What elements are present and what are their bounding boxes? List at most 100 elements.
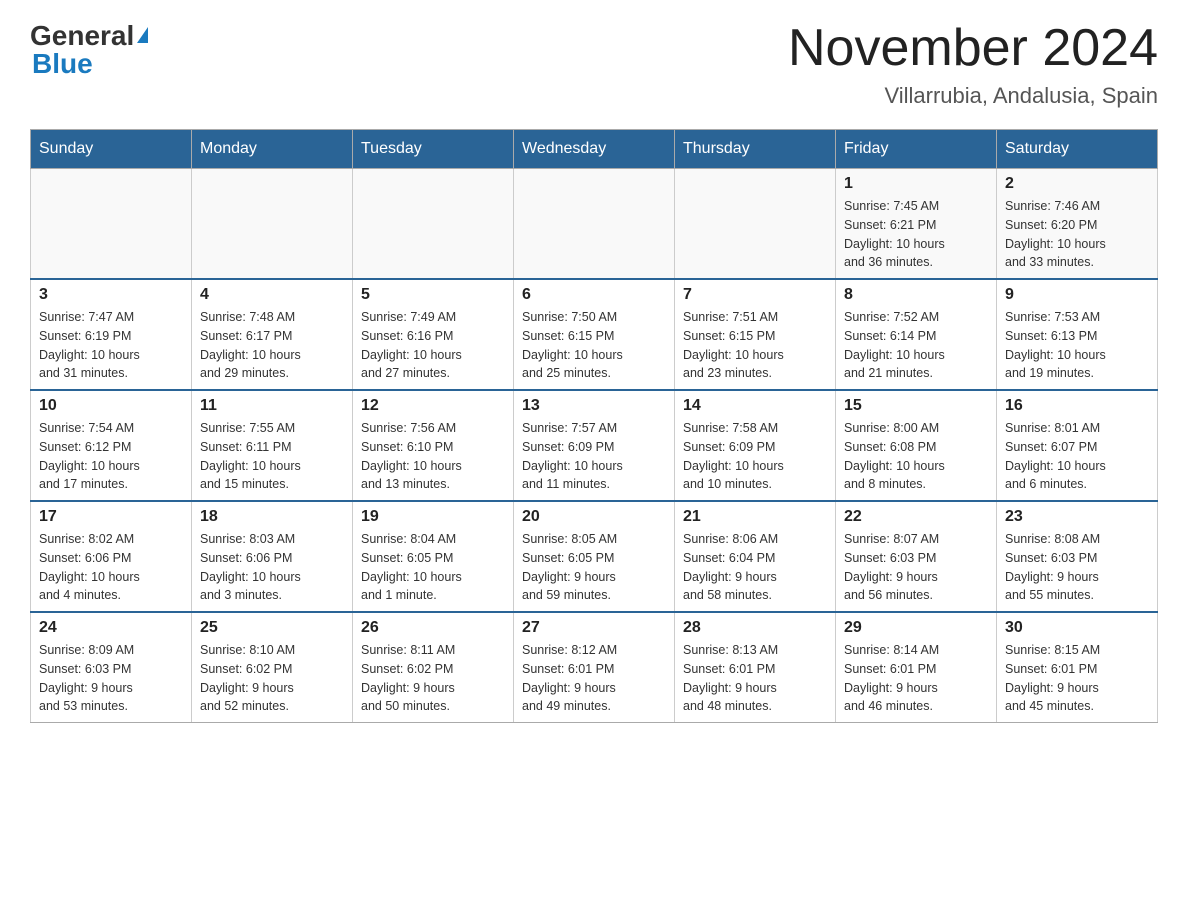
day-number: 6 [522, 286, 666, 304]
day-number: 5 [361, 286, 505, 304]
calendar-cell: 9 Sunrise: 7:53 AM Sunset: 6:13 PM Daylig… [997, 279, 1158, 390]
day-info: Sunrise: 7:53 AM Sunset: 6:13 PM Dayligh… [1005, 308, 1149, 383]
calendar-cell: 2 Sunrise: 7:46 AM Sunset: 6:20 PM Daylig… [997, 169, 1158, 280]
calendar-week-row: 10 Sunrise: 7:54 AM Sunset: 6:12 PM Dayli… [31, 390, 1158, 501]
page-title: November 2024 [788, 20, 1158, 77]
day-info: Sunrise: 8:03 AM Sunset: 6:06 PM Dayligh… [200, 530, 344, 605]
calendar-cell: 27 Sunrise: 8:12 AM Sunset: 6:01 PM Dayli… [514, 612, 675, 723]
logo-blue-text: Blue [32, 48, 93, 80]
day-number: 18 [200, 508, 344, 526]
calendar-cell: 16 Sunrise: 8:01 AM Sunset: 6:07 PM Dayli… [997, 390, 1158, 501]
day-info: Sunrise: 8:06 AM Sunset: 6:04 PM Dayligh… [683, 530, 827, 605]
calendar-header-row: SundayMondayTuesdayWednesdayThursdayFrid… [31, 130, 1158, 169]
day-info: Sunrise: 8:14 AM Sunset: 6:01 PM Dayligh… [844, 641, 988, 716]
calendar-cell: 21 Sunrise: 8:06 AM Sunset: 6:04 PM Dayli… [675, 501, 836, 612]
day-info: Sunrise: 7:54 AM Sunset: 6:12 PM Dayligh… [39, 419, 183, 494]
day-info: Sunrise: 7:45 AM Sunset: 6:21 PM Dayligh… [844, 197, 988, 272]
day-number: 25 [200, 619, 344, 637]
calendar-cell: 17 Sunrise: 8:02 AM Sunset: 6:06 PM Dayli… [31, 501, 192, 612]
calendar-cell [675, 169, 836, 280]
calendar-day-header: Sunday [31, 130, 192, 169]
calendar-cell: 29 Sunrise: 8:14 AM Sunset: 6:01 PM Dayli… [836, 612, 997, 723]
day-info: Sunrise: 8:07 AM Sunset: 6:03 PM Dayligh… [844, 530, 988, 605]
day-number: 29 [844, 619, 988, 637]
day-number: 24 [39, 619, 183, 637]
day-info: Sunrise: 8:01 AM Sunset: 6:07 PM Dayligh… [1005, 419, 1149, 494]
day-number: 12 [361, 397, 505, 415]
day-info: Sunrise: 7:48 AM Sunset: 6:17 PM Dayligh… [200, 308, 344, 383]
calendar-day-header: Saturday [997, 130, 1158, 169]
day-number: 9 [1005, 286, 1149, 304]
day-number: 27 [522, 619, 666, 637]
calendar-day-header: Friday [836, 130, 997, 169]
day-number: 23 [1005, 508, 1149, 526]
calendar-cell: 7Sunrise: 7:51 AM Sunset: 6:15 PM Daylig… [675, 279, 836, 390]
calendar-cell: 26 Sunrise: 8:11 AM Sunset: 6:02 PM Dayli… [353, 612, 514, 723]
day-info: Sunrise: 8:10 AM Sunset: 6:02 PM Dayligh… [200, 641, 344, 716]
logo: General Blue [30, 20, 148, 80]
title-section: November 2024 Villarrubia, Andalusia, Sp… [788, 20, 1158, 109]
calendar-week-row: 24 Sunrise: 8:09 AM Sunset: 6:03 PM Dayli… [31, 612, 1158, 723]
day-number: 19 [361, 508, 505, 526]
day-number: 4 [200, 286, 344, 304]
calendar-day-header: Tuesday [353, 130, 514, 169]
day-number: 17 [39, 508, 183, 526]
calendar-cell: 6 Sunrise: 7:50 AM Sunset: 6:15 PM Daylig… [514, 279, 675, 390]
day-info: Sunrise: 7:47 AM Sunset: 6:19 PM Dayligh… [39, 308, 183, 383]
day-info: Sunrise: 7:56 AM Sunset: 6:10 PM Dayligh… [361, 419, 505, 494]
day-number: 14 [683, 397, 827, 415]
day-info: Sunrise: 8:02 AM Sunset: 6:06 PM Dayligh… [39, 530, 183, 605]
day-number: 16 [1005, 397, 1149, 415]
calendar-cell: 25 Sunrise: 8:10 AM Sunset: 6:02 PM Dayli… [192, 612, 353, 723]
day-info: Sunrise: 7:58 AM Sunset: 6:09 PM Dayligh… [683, 419, 827, 494]
day-number: 30 [1005, 619, 1149, 637]
calendar-cell: 1 Sunrise: 7:45 AM Sunset: 6:21 PM Daylig… [836, 169, 997, 280]
calendar-cell: 19 Sunrise: 8:04 AM Sunset: 6:05 PM Dayli… [353, 501, 514, 612]
day-number: 2 [1005, 175, 1149, 193]
day-number: 13 [522, 397, 666, 415]
calendar-cell [514, 169, 675, 280]
page-subtitle: Villarrubia, Andalusia, Spain [788, 83, 1158, 109]
day-info: Sunrise: 8:05 AM Sunset: 6:05 PM Dayligh… [522, 530, 666, 605]
calendar-cell: 22Sunrise: 8:07 AM Sunset: 6:03 PM Dayli… [836, 501, 997, 612]
calendar-cell: 18 Sunrise: 8:03 AM Sunset: 6:06 PM Dayli… [192, 501, 353, 612]
calendar-cell: 12 Sunrise: 7:56 AM Sunset: 6:10 PM Dayli… [353, 390, 514, 501]
day-info: Sunrise: 8:13 AM Sunset: 6:01 PM Dayligh… [683, 641, 827, 716]
day-number: 1 [844, 175, 988, 193]
day-number: 20 [522, 508, 666, 526]
calendar-cell: 24 Sunrise: 8:09 AM Sunset: 6:03 PM Dayli… [31, 612, 192, 723]
day-number: 21 [683, 508, 827, 526]
calendar-cell: 30Sunrise: 8:15 AM Sunset: 6:01 PM Dayli… [997, 612, 1158, 723]
calendar-cell: 5Sunrise: 7:49 AM Sunset: 6:16 PM Daylig… [353, 279, 514, 390]
calendar-cell: 28Sunrise: 8:13 AM Sunset: 6:01 PM Dayli… [675, 612, 836, 723]
day-info: Sunrise: 8:12 AM Sunset: 6:01 PM Dayligh… [522, 641, 666, 716]
calendar-week-row: 1 Sunrise: 7:45 AM Sunset: 6:21 PM Daylig… [31, 169, 1158, 280]
day-info: Sunrise: 8:09 AM Sunset: 6:03 PM Dayligh… [39, 641, 183, 716]
calendar-day-header: Wednesday [514, 130, 675, 169]
calendar-cell: 8 Sunrise: 7:52 AM Sunset: 6:14 PM Daylig… [836, 279, 997, 390]
logo-triangle-icon [137, 27, 148, 43]
calendar-cell: 20 Sunrise: 8:05 AM Sunset: 6:05 PM Dayli… [514, 501, 675, 612]
day-number: 15 [844, 397, 988, 415]
day-info: Sunrise: 7:52 AM Sunset: 6:14 PM Dayligh… [844, 308, 988, 383]
calendar-cell: 15 Sunrise: 8:00 AM Sunset: 6:08 PM Dayli… [836, 390, 997, 501]
day-info: Sunrise: 7:51 AM Sunset: 6:15 PM Dayligh… [683, 308, 827, 383]
calendar-table: SundayMondayTuesdayWednesdayThursdayFrid… [30, 129, 1158, 723]
day-info: Sunrise: 8:04 AM Sunset: 6:05 PM Dayligh… [361, 530, 505, 605]
day-info: Sunrise: 8:00 AM Sunset: 6:08 PM Dayligh… [844, 419, 988, 494]
day-number: 26 [361, 619, 505, 637]
calendar-cell: 13 Sunrise: 7:57 AM Sunset: 6:09 PM Dayli… [514, 390, 675, 501]
calendar-cell: 11Sunrise: 7:55 AM Sunset: 6:11 PM Dayli… [192, 390, 353, 501]
day-info: Sunrise: 7:46 AM Sunset: 6:20 PM Dayligh… [1005, 197, 1149, 272]
calendar-week-row: 3Sunrise: 7:47 AM Sunset: 6:19 PM Daylig… [31, 279, 1158, 390]
calendar-week-row: 17 Sunrise: 8:02 AM Sunset: 6:06 PM Dayli… [31, 501, 1158, 612]
day-info: Sunrise: 8:11 AM Sunset: 6:02 PM Dayligh… [361, 641, 505, 716]
day-number: 10 [39, 397, 183, 415]
day-number: 8 [844, 286, 988, 304]
calendar-cell [192, 169, 353, 280]
day-info: Sunrise: 8:08 AM Sunset: 6:03 PM Dayligh… [1005, 530, 1149, 605]
day-info: Sunrise: 7:50 AM Sunset: 6:15 PM Dayligh… [522, 308, 666, 383]
calendar-day-header: Monday [192, 130, 353, 169]
calendar-cell: 10 Sunrise: 7:54 AM Sunset: 6:12 PM Dayli… [31, 390, 192, 501]
day-info: Sunrise: 7:57 AM Sunset: 6:09 PM Dayligh… [522, 419, 666, 494]
